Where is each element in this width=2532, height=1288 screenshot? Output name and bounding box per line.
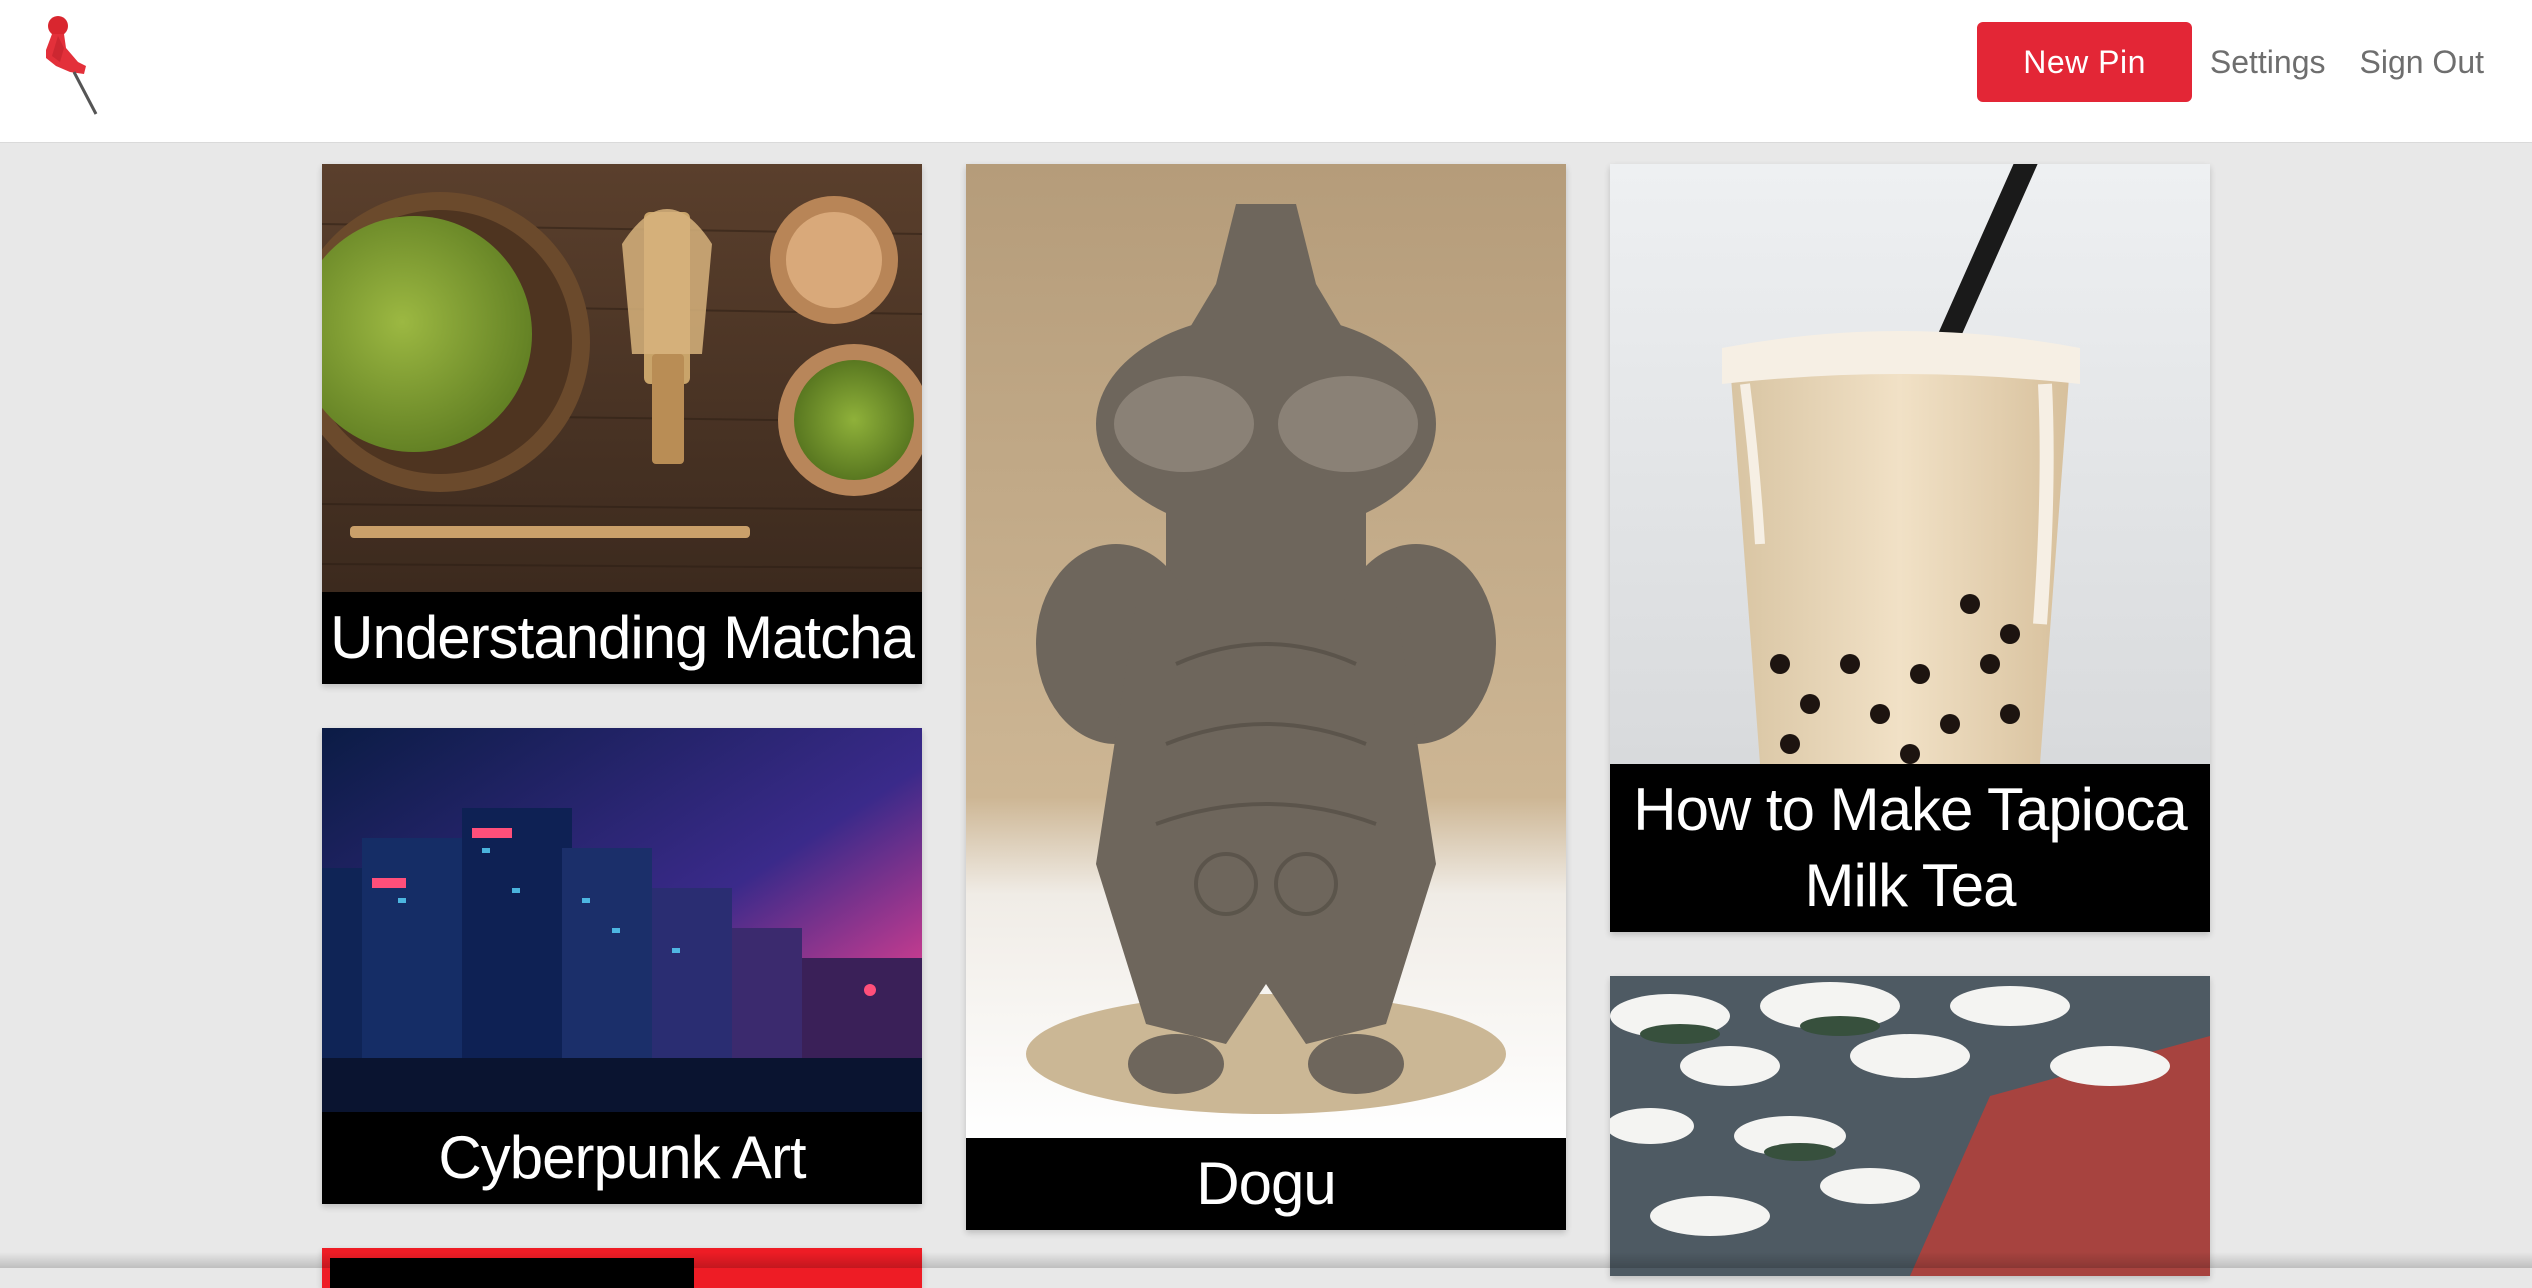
- top-navbar: New Pin Settings Sign Out: [0, 0, 2532, 142]
- pin-card[interactable]: Cyberpunk Art: [322, 728, 922, 1204]
- settings-link[interactable]: Settings: [2210, 44, 2326, 81]
- pin-card[interactable]: Understanding Matcha: [322, 164, 922, 684]
- pin-title: Dogu: [966, 1138, 1566, 1230]
- snowy-pine-woodblock-image: [1610, 976, 2210, 1276]
- new-pin-button[interactable]: New Pin: [1977, 22, 2192, 102]
- pin-card[interactable]: How to Make Tapioca Milk Tea: [1610, 164, 2210, 932]
- sign-out-link[interactable]: Sign Out: [2359, 44, 2484, 81]
- nav-actions: New Pin Settings Sign Out: [1977, 22, 2484, 102]
- cyberpunk-city-image: [322, 728, 922, 1112]
- pin-title: Cyberpunk Art: [322, 1112, 922, 1204]
- matcha-tea-set-image: [322, 164, 922, 592]
- pushpin-logo-icon[interactable]: [34, 14, 114, 118]
- pin-title: How to Make Tapioca Milk Tea: [1610, 764, 2210, 932]
- tapioca-milk-tea-image: [1610, 164, 2210, 764]
- dogu-figurine-image: [966, 164, 1566, 1138]
- bottom-scroll-shadow: [0, 1252, 2532, 1268]
- pin-card[interactable]: [1610, 976, 2210, 1276]
- pin-card[interactable]: Dogu: [966, 164, 1566, 1230]
- pin-title: Understanding Matcha: [322, 592, 922, 684]
